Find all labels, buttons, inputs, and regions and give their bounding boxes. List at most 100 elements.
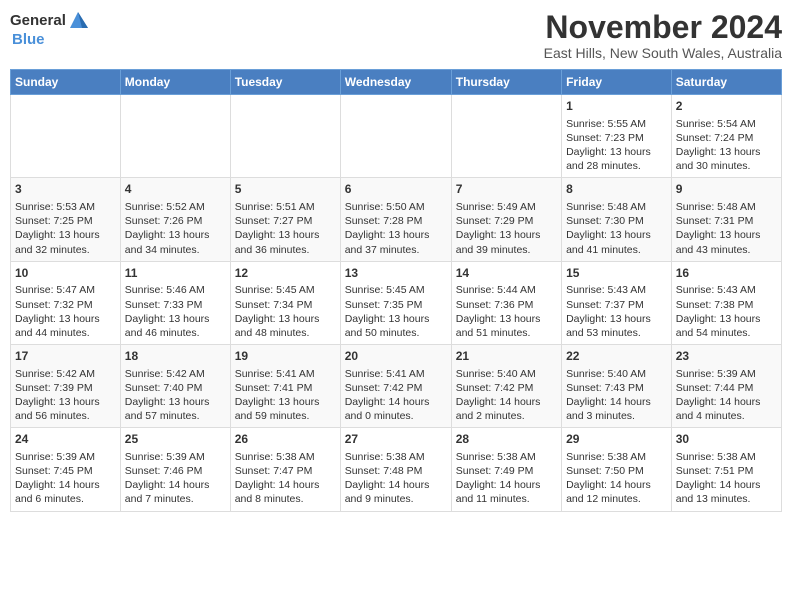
calendar-cell xyxy=(451,95,561,178)
calendar-cell xyxy=(230,95,340,178)
week-row-5: 24 Sunrise: 5:39 AM Sunset: 7:45 PM Dayli… xyxy=(11,428,782,511)
calendar-body: 1 Sunrise: 5:55 AM Sunset: 7:23 PM Daylig… xyxy=(11,95,782,511)
day-number: 11 xyxy=(125,266,226,282)
day-info: Sunrise: 5:39 AM Sunset: 7:46 PM Dayligh… xyxy=(125,450,226,507)
calendar-cell: 6 Sunrise: 5:50 AM Sunset: 7:28 PM Daylig… xyxy=(340,178,451,261)
weekday-friday: Friday xyxy=(562,70,672,95)
day-info: Sunrise: 5:38 AM Sunset: 7:50 PM Dayligh… xyxy=(566,450,667,507)
calendar-cell xyxy=(340,95,451,178)
calendar-cell: 2 Sunrise: 5:54 AM Sunset: 7:24 PM Daylig… xyxy=(671,95,781,178)
calendar-cell: 12Sunrise: 5:45 AM Sunset: 7:34 PM Dayli… xyxy=(230,261,340,344)
day-info: Sunrise: 5:50 AM Sunset: 7:28 PM Dayligh… xyxy=(345,200,447,257)
day-info: Sunrise: 5:53 AM Sunset: 7:25 PM Dayligh… xyxy=(15,200,116,257)
calendar-cell xyxy=(120,95,230,178)
weekday-saturday: Saturday xyxy=(671,70,781,95)
day-info: Sunrise: 5:46 AM Sunset: 7:33 PM Dayligh… xyxy=(125,283,226,340)
calendar-cell: 28Sunrise: 5:38 AM Sunset: 7:49 PM Dayli… xyxy=(451,428,561,511)
calendar-cell: 7 Sunrise: 5:49 AM Sunset: 7:29 PM Daylig… xyxy=(451,178,561,261)
day-number: 18 xyxy=(125,349,226,365)
day-number: 21 xyxy=(456,349,557,365)
day-info: Sunrise: 5:43 AM Sunset: 7:38 PM Dayligh… xyxy=(676,283,777,340)
calendar-cell: 23 Sunrise: 5:39 AM Sunset: 7:44 PM Dayli… xyxy=(671,345,781,428)
calendar-cell: 29 Sunrise: 5:38 AM Sunset: 7:50 PM Dayli… xyxy=(562,428,672,511)
page-subtitle: East Hills, New South Wales, Australia xyxy=(544,45,782,61)
day-number: 24 xyxy=(15,432,116,448)
logo-general: General xyxy=(10,13,66,30)
day-number: 17 xyxy=(15,349,116,365)
day-number: 5 xyxy=(235,182,336,198)
day-number: 12 xyxy=(235,266,336,282)
weekday-header-row: SundayMondayTuesdayWednesdayThursdayFrid… xyxy=(11,70,782,95)
week-row-4: 17 Sunrise: 5:42 AM Sunset: 7:39 PM Dayli… xyxy=(11,345,782,428)
day-info: Sunrise: 5:41 AM Sunset: 7:41 PM Dayligh… xyxy=(235,367,336,424)
calendar-cell: 16Sunrise: 5:43 AM Sunset: 7:38 PM Dayli… xyxy=(671,261,781,344)
day-number: 9 xyxy=(676,182,777,198)
day-number: 13 xyxy=(345,266,447,282)
calendar-cell: 1 Sunrise: 5:55 AM Sunset: 7:23 PM Daylig… xyxy=(562,95,672,178)
weekday-tuesday: Tuesday xyxy=(230,70,340,95)
day-number: 15 xyxy=(566,266,667,282)
logo-icon xyxy=(68,10,90,32)
calendar-cell: 4 Sunrise: 5:52 AM Sunset: 7:26 PM Daylig… xyxy=(120,178,230,261)
day-info: Sunrise: 5:42 AM Sunset: 7:39 PM Dayligh… xyxy=(15,367,116,424)
day-info: Sunrise: 5:55 AM Sunset: 7:23 PM Dayligh… xyxy=(566,117,667,174)
day-number: 7 xyxy=(456,182,557,198)
calendar-cell xyxy=(11,95,121,178)
day-info: Sunrise: 5:43 AM Sunset: 7:37 PM Dayligh… xyxy=(566,283,667,340)
calendar-cell: 30 Sunrise: 5:38 AM Sunset: 7:51 PM Dayli… xyxy=(671,428,781,511)
day-number: 26 xyxy=(235,432,336,448)
logo-blue: Blue xyxy=(12,32,45,49)
calendar-cell: 9 Sunrise: 5:48 AM Sunset: 7:31 PM Daylig… xyxy=(671,178,781,261)
logo: General Blue xyxy=(10,10,90,49)
day-number: 27 xyxy=(345,432,447,448)
weekday-wednesday: Wednesday xyxy=(340,70,451,95)
calendar-cell: 26Sunrise: 5:38 AM Sunset: 7:47 PM Dayli… xyxy=(230,428,340,511)
calendar-cell: 14Sunrise: 5:44 AM Sunset: 7:36 PM Dayli… xyxy=(451,261,561,344)
calendar-cell: 25Sunrise: 5:39 AM Sunset: 7:46 PM Dayli… xyxy=(120,428,230,511)
day-info: Sunrise: 5:40 AM Sunset: 7:42 PM Dayligh… xyxy=(456,367,557,424)
calendar-cell: 5 Sunrise: 5:51 AM Sunset: 7:27 PM Daylig… xyxy=(230,178,340,261)
day-info: Sunrise: 5:38 AM Sunset: 7:49 PM Dayligh… xyxy=(456,450,557,507)
calendar-cell: 27 Sunrise: 5:38 AM Sunset: 7:48 PM Dayli… xyxy=(340,428,451,511)
day-info: Sunrise: 5:48 AM Sunset: 7:31 PM Dayligh… xyxy=(676,200,777,257)
calendar-cell: 10Sunrise: 5:47 AM Sunset: 7:32 PM Dayli… xyxy=(11,261,121,344)
day-number: 1 xyxy=(566,99,667,115)
page-header: General Blue November 2024 East Hills, N… xyxy=(10,10,782,61)
calendar-cell: 11Sunrise: 5:46 AM Sunset: 7:33 PM Dayli… xyxy=(120,261,230,344)
day-number: 14 xyxy=(456,266,557,282)
calendar-cell: 3Sunrise: 5:53 AM Sunset: 7:25 PM Daylig… xyxy=(11,178,121,261)
calendar-cell: 22Sunrise: 5:40 AM Sunset: 7:43 PM Dayli… xyxy=(562,345,672,428)
weekday-monday: Monday xyxy=(120,70,230,95)
day-number: 16 xyxy=(676,266,777,282)
calendar-cell: 18 Sunrise: 5:42 AM Sunset: 7:40 PM Dayli… xyxy=(120,345,230,428)
day-info: Sunrise: 5:52 AM Sunset: 7:26 PM Dayligh… xyxy=(125,200,226,257)
calendar-cell: 20Sunrise: 5:41 AM Sunset: 7:42 PM Dayli… xyxy=(340,345,451,428)
day-info: Sunrise: 5:39 AM Sunset: 7:44 PM Dayligh… xyxy=(676,367,777,424)
day-info: Sunrise: 5:44 AM Sunset: 7:36 PM Dayligh… xyxy=(456,283,557,340)
day-info: Sunrise: 5:39 AM Sunset: 7:45 PM Dayligh… xyxy=(15,450,116,507)
day-info: Sunrise: 5:41 AM Sunset: 7:42 PM Dayligh… xyxy=(345,367,447,424)
calendar-cell: 19 Sunrise: 5:41 AM Sunset: 7:41 PM Dayli… xyxy=(230,345,340,428)
calendar-cell: 17 Sunrise: 5:42 AM Sunset: 7:39 PM Dayli… xyxy=(11,345,121,428)
day-number: 6 xyxy=(345,182,447,198)
day-info: Sunrise: 5:38 AM Sunset: 7:48 PM Dayligh… xyxy=(345,450,447,507)
day-number: 8 xyxy=(566,182,667,198)
day-number: 19 xyxy=(235,349,336,365)
day-info: Sunrise: 5:51 AM Sunset: 7:27 PM Dayligh… xyxy=(235,200,336,257)
title-block: November 2024 East Hills, New South Wale… xyxy=(544,10,782,61)
day-number: 30 xyxy=(676,432,777,448)
calendar-table: SundayMondayTuesdayWednesdayThursdayFrid… xyxy=(10,69,782,511)
day-info: Sunrise: 5:54 AM Sunset: 7:24 PM Dayligh… xyxy=(676,117,777,174)
day-number: 2 xyxy=(676,99,777,115)
day-number: 29 xyxy=(566,432,667,448)
day-info: Sunrise: 5:38 AM Sunset: 7:51 PM Dayligh… xyxy=(676,450,777,507)
day-info: Sunrise: 5:49 AM Sunset: 7:29 PM Dayligh… xyxy=(456,200,557,257)
day-number: 23 xyxy=(676,349,777,365)
day-info: Sunrise: 5:48 AM Sunset: 7:30 PM Dayligh… xyxy=(566,200,667,257)
calendar-cell: 13Sunrise: 5:45 AM Sunset: 7:35 PM Dayli… xyxy=(340,261,451,344)
week-row-1: 1 Sunrise: 5:55 AM Sunset: 7:23 PM Daylig… xyxy=(11,95,782,178)
day-info: Sunrise: 5:42 AM Sunset: 7:40 PM Dayligh… xyxy=(125,367,226,424)
calendar-cell: 15Sunrise: 5:43 AM Sunset: 7:37 PM Dayli… xyxy=(562,261,672,344)
day-info: Sunrise: 5:47 AM Sunset: 7:32 PM Dayligh… xyxy=(15,283,116,340)
day-number: 4 xyxy=(125,182,226,198)
